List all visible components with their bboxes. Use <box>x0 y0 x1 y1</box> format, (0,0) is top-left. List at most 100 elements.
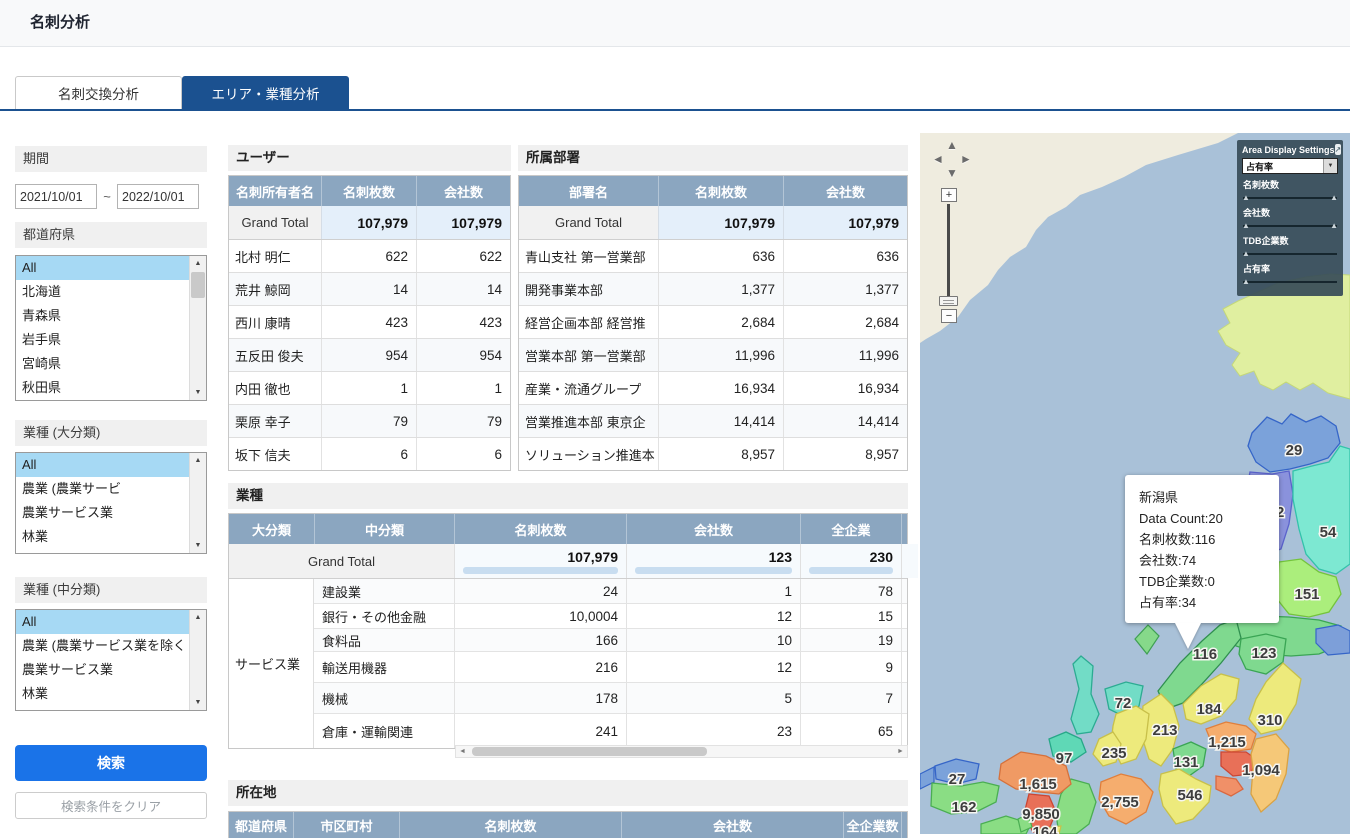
zoom-in-button[interactable]: + <box>941 188 957 202</box>
table-row: 食料品1661019 <box>314 629 907 652</box>
row-label: 北村 明仁 <box>229 240 321 272</box>
column-header[interactable]: 会社数 <box>621 812 843 838</box>
column-header[interactable]: 会社数 <box>416 176 510 206</box>
slider-handle-left[interactable]: ▲ <box>1242 249 1250 259</box>
column-header[interactable]: 会社数 <box>626 514 800 544</box>
column-header[interactable]: 都道府県 <box>229 812 293 838</box>
row-spacer <box>901 604 910 628</box>
expand-panel-icon[interactable]: ↗ <box>1335 144 1342 155</box>
pan-up-icon[interactable]: ▲ <box>946 139 958 151</box>
list-option[interactable]: 林業 <box>16 682 189 706</box>
scroll-down-icon[interactable]: ▼ <box>190 538 206 553</box>
list-option[interactable]: 農業サービス業 <box>16 501 189 525</box>
list-option[interactable]: 農業 (農業サービス業を除く <box>16 634 189 658</box>
column-header[interactable]: 名刺所有者名 <box>229 176 321 206</box>
industry-major-listbox[interactable]: All農業 (農業サービ農業サービス業林業漁業・水産養殖業 ▲ ▼ <box>15 452 207 554</box>
column-header[interactable]: 全企業数 <box>843 812 901 838</box>
list-option[interactable]: 岩手県 <box>16 328 189 352</box>
column-header[interactable]: 会社数 <box>783 176 907 206</box>
map-value-label: 235 <box>1101 745 1126 762</box>
scrollbar-thumb[interactable] <box>472 747 707 756</box>
slider-handle-left[interactable]: ▲ <box>1242 277 1250 287</box>
scroll-right-icon[interactable]: ► <box>894 746 907 757</box>
range-slider[interactable]: ▲ <box>1243 249 1337 259</box>
range-slider[interactable]: ▲▲ <box>1243 221 1337 231</box>
list-option[interactable]: All <box>16 256 189 280</box>
row-value: 11,996 <box>658 339 783 371</box>
industry-middle-listbox[interactable]: All農業 (農業サービス業を除く農業サービス業林業漁業・水産養殖業 ▲ ▼ <box>15 609 207 711</box>
list-option[interactable]: 農業サービス業 <box>16 658 189 682</box>
column-header[interactable]: 全企業 <box>800 514 901 544</box>
column-header[interactable]: 部署名 <box>519 176 658 206</box>
zoom-out-button[interactable]: − <box>941 309 957 323</box>
list-option[interactable]: 北海道 <box>16 280 189 304</box>
date-from-input[interactable] <box>15 184 97 209</box>
slider-handle-right[interactable]: ▲ <box>1330 221 1338 231</box>
range-slider[interactable]: ▲ <box>1243 277 1337 287</box>
row-value: 954 <box>416 339 510 371</box>
japan-choropleth-map[interactable]: 2922541515116123721843102131,21523597131… <box>920 133 1350 834</box>
slider-handle-right[interactable]: ▲ <box>1330 193 1338 203</box>
column-header[interactable]: 大分類 <box>229 514 314 544</box>
grand-total-label: Grand Total <box>229 544 454 578</box>
list-option[interactable]: 農業 (農業サービ <box>16 477 189 501</box>
grand-total-value: 107,979 <box>658 206 783 239</box>
list-option[interactable]: 青森県 <box>16 304 189 328</box>
scrollbar-thumb[interactable] <box>191 272 205 298</box>
map-pan-control[interactable]: ▲ ◄ ► ▼ <box>930 139 974 185</box>
scroll-down-icon[interactable]: ▼ <box>190 695 206 710</box>
list-option[interactable]: 漁業・水産養殖業 <box>16 706 189 710</box>
scroll-down-icon[interactable]: ▼ <box>190 385 206 400</box>
list-option[interactable]: 宮崎県 <box>16 352 189 376</box>
scroll-up-icon[interactable]: ▲ <box>190 453 206 468</box>
table-row: 倉庫・運輸関連2412365 <box>314 714 907 748</box>
table-row: 内田 徹也11 <box>229 372 510 405</box>
slider-handle-left[interactable]: ▲ <box>1242 193 1250 203</box>
scroll-up-icon[interactable]: ▲ <box>190 256 206 271</box>
list-option[interactable]: All <box>16 610 189 634</box>
period-range: ~ <box>15 183 207 210</box>
list-option[interactable]: 漁業・水産養殖業 <box>16 549 189 553</box>
industry-horizontal-scrollbar[interactable]: ◄ ► <box>455 745 908 758</box>
column-header[interactable]: 名刺枚数 <box>454 514 626 544</box>
chevron-down-icon[interactable]: ▼ <box>1323 159 1337 173</box>
column-header[interactable]: 名刺枚数 <box>399 812 621 838</box>
row-value: 65 <box>800 714 901 748</box>
range-slider[interactable]: ▲▲ <box>1243 193 1337 203</box>
pan-left-icon[interactable]: ◄ <box>932 153 944 165</box>
search-button[interactable]: 検索 <box>15 745 207 781</box>
table-row: ソリューション推進本8,9578,957 <box>519 438 907 470</box>
table-row: 機械17857 <box>314 683 907 714</box>
prefecture-scrollbar[interactable]: ▲ ▼ <box>189 256 206 400</box>
tab-card-exchange-analysis[interactable]: 名刺交換分析 <box>15 76 182 109</box>
scroll-left-icon[interactable]: ◄ <box>456 746 469 757</box>
row-value: 78 <box>800 579 901 603</box>
row-value: 1,377 <box>658 273 783 305</box>
metric-select[interactable]: 占有率 ▼ <box>1242 158 1338 174</box>
zoom-slider-thumb[interactable] <box>939 296 958 306</box>
slider-track <box>1243 281 1337 283</box>
pan-down-icon[interactable]: ▼ <box>946 167 958 179</box>
pan-right-icon[interactable]: ► <box>960 153 972 165</box>
zoom-slider-track[interactable] <box>947 204 950 299</box>
clear-search-button[interactable]: 検索条件をクリア <box>15 792 207 819</box>
list-option[interactable]: 林業 <box>16 525 189 549</box>
industry-middle-scrollbar[interactable]: ▲ ▼ <box>189 610 206 710</box>
prefecture-listbox[interactable]: All北海道青森県岩手県宮崎県秋田県 ▲ ▼ <box>15 255 207 401</box>
list-option[interactable]: All <box>16 453 189 477</box>
scroll-up-icon[interactable]: ▲ <box>190 610 206 625</box>
column-header[interactable]: 中分類 <box>314 514 454 544</box>
column-header[interactable]: 名刺枚数 <box>658 176 783 206</box>
column-header[interactable]: 市区町村 <box>293 812 399 838</box>
grand-total-value: 123 <box>626 544 800 578</box>
list-option[interactable]: 秋田県 <box>16 376 189 400</box>
tab-underline <box>0 109 1350 111</box>
industry-major-scrollbar[interactable]: ▲ ▼ <box>189 453 206 553</box>
slider-handle-left[interactable]: ▲ <box>1242 221 1250 231</box>
map-value-label: 72 <box>1115 695 1132 712</box>
date-to-input[interactable] <box>117 184 199 209</box>
row-spacer <box>901 714 910 748</box>
map-zoom-control[interactable]: + − <box>934 188 964 333</box>
tab-area-industry-analysis[interactable]: エリア・業種分析 <box>182 76 349 109</box>
column-header[interactable]: 名刺枚数 <box>321 176 416 206</box>
